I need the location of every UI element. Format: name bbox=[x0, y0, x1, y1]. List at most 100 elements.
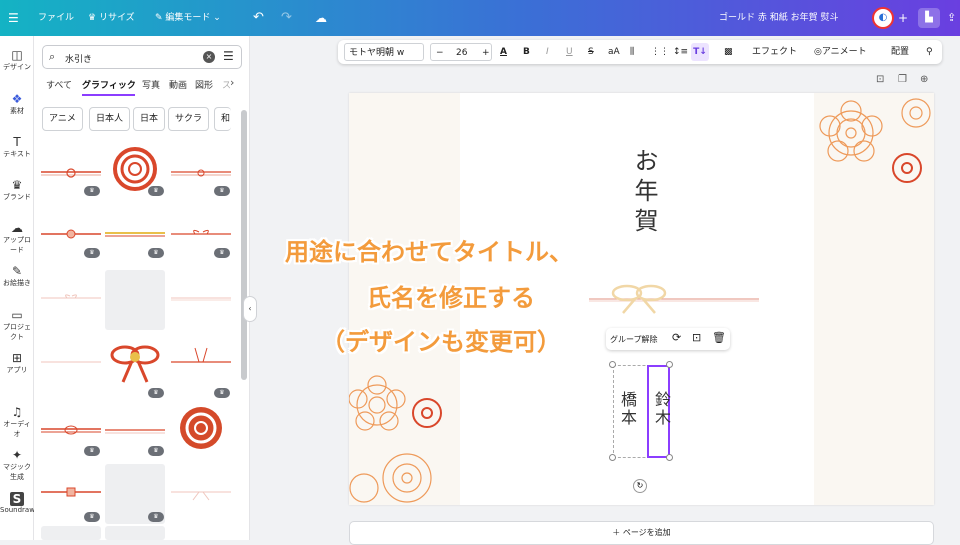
premium-crown-icon: ♛ bbox=[84, 512, 100, 522]
collapse-panel-handle[interactable]: ‹ bbox=[243, 296, 257, 322]
add-page-button[interactable]: ＋ ページを追加 bbox=[349, 521, 934, 545]
name-left[interactable]: 橋本 bbox=[615, 391, 639, 427]
name-right[interactable]: 鈴木 bbox=[649, 391, 673, 427]
loading-thumb[interactable] bbox=[105, 526, 165, 540]
rail-label: お絵描き bbox=[3, 279, 31, 287]
rail-item-brand[interactable]: ♛ ブランド bbox=[0, 178, 34, 202]
align-icon[interactable]: ⫼ bbox=[630, 40, 634, 64]
rotate-icon[interactable]: ⟳ bbox=[672, 331, 681, 344]
font-family-select[interactable]: モトヤ明朝 w bbox=[344, 43, 424, 61]
premium-crown-icon: ♛ bbox=[148, 446, 164, 456]
clear-icon[interactable]: × bbox=[203, 51, 215, 63]
lock-icon[interactable]: ⊡ bbox=[692, 331, 701, 344]
rail-item-projects[interactable]: ▭ プロジェクト bbox=[0, 308, 34, 342]
chip-wa[interactable]: 和 bbox=[214, 107, 231, 131]
mizuhiki-knot-thumb[interactable] bbox=[171, 398, 231, 458]
tab-shapes[interactable]: 図形 bbox=[195, 78, 213, 91]
tab-all[interactable]: すべて bbox=[46, 78, 72, 91]
resize-handle[interactable] bbox=[609, 454, 616, 461]
add-collaborator-icon[interactable]: + bbox=[898, 0, 908, 36]
loading-thumb[interactable] bbox=[41, 526, 101, 540]
tab-graphics[interactable]: グラフィック bbox=[82, 78, 136, 91]
chip-sakura[interactable]: サクラ bbox=[168, 107, 210, 131]
loading-thumb[interactable] bbox=[105, 270, 165, 330]
tab-videos[interactable]: 動画 bbox=[169, 78, 187, 91]
font-size-value[interactable]: 26 bbox=[456, 44, 467, 62]
lock-icon[interactable]: ⊡ bbox=[876, 74, 884, 85]
layout-icon: ◫ bbox=[11, 48, 23, 62]
panel-scrollbar[interactable] bbox=[241, 110, 247, 380]
resize-handle[interactable] bbox=[666, 454, 673, 461]
paint-format-icon[interactable]: ⚲ bbox=[926, 40, 933, 64]
cloud-save-icon[interactable]: ☁ bbox=[315, 0, 327, 36]
vertical-text-icon[interactable]: T↓ bbox=[691, 43, 709, 61]
animate-button[interactable]: ◎アニメート bbox=[814, 40, 867, 64]
premium-crown-icon: ♛ bbox=[148, 512, 164, 522]
rail-item-audio[interactable]: ♫ オーディオ bbox=[0, 405, 34, 439]
undo-icon[interactable]: ↶ bbox=[253, 0, 264, 36]
greeting-title[interactable]: お年賀 bbox=[627, 148, 662, 238]
mizuhiki-faint-line-thumb[interactable] bbox=[171, 462, 231, 522]
animate-label: アニメート bbox=[821, 47, 867, 57]
rail-item-design[interactable]: ◫ デザイン bbox=[0, 48, 34, 72]
add-page-icon[interactable]: ⊕ bbox=[920, 74, 928, 85]
rail-item-draw[interactable]: ✎ お絵描き bbox=[0, 264, 34, 288]
animate-icon: ◎ bbox=[814, 47, 822, 57]
spacing-icon[interactable]: ↕≡ bbox=[673, 40, 688, 64]
chevron-right-icon[interactable]: › bbox=[230, 76, 234, 89]
search-box[interactable]: ⌕ 水引き × ☰ bbox=[42, 45, 242, 69]
effects-button[interactable]: エフェクト bbox=[752, 40, 797, 64]
transparency-icon[interactable]: ▩ bbox=[724, 40, 733, 64]
tab-photos[interactable]: 写真 bbox=[142, 78, 160, 91]
analytics-icon[interactable]: ▙ bbox=[918, 8, 940, 28]
trash-icon[interactable]: 🗑 bbox=[712, 331, 726, 344]
font-size-stepper[interactable]: − 26 + bbox=[430, 43, 492, 61]
mizuhiki-faint-line-thumb[interactable] bbox=[41, 332, 101, 392]
strikethrough-icon[interactable]: S bbox=[588, 40, 594, 64]
ungroup-button[interactable]: グループ解除 bbox=[610, 334, 658, 345]
increase-size-icon[interactable]: + bbox=[482, 44, 490, 62]
rail-item-elements[interactable]: ❖ 素材 bbox=[0, 92, 34, 116]
annotation-line-1: 用途に合わせてタイトル、 bbox=[285, 238, 573, 266]
rail-item-apps[interactable]: ⊞ アプリ bbox=[0, 351, 34, 375]
avatar[interactable]: ◐ bbox=[872, 7, 894, 29]
mizuhiki-bow-ornament bbox=[589, 284, 759, 314]
active-tab-underline bbox=[82, 94, 135, 96]
redo-icon[interactable]: ↷ bbox=[281, 0, 292, 36]
document-title[interactable]: ゴールド 赤 和紙 お年賀 熨斗 bbox=[719, 0, 838, 36]
rotate-handle-icon[interactable]: ↻ bbox=[633, 479, 647, 493]
bold-icon[interactable]: B bbox=[523, 40, 530, 64]
rail-label: ブランド bbox=[3, 193, 31, 201]
text-color-icon[interactable]: A bbox=[500, 40, 507, 64]
resize-handle[interactable] bbox=[666, 361, 673, 368]
menu-icon[interactable]: ☰ bbox=[8, 0, 19, 36]
mizuhiki-faint-line-thumb[interactable] bbox=[41, 268, 101, 328]
rail-item-text[interactable]: T テキスト bbox=[0, 135, 34, 159]
resize-button[interactable]: ♛ リサイズ bbox=[88, 0, 135, 36]
rail-label: 素材 bbox=[10, 107, 24, 115]
underline-icon[interactable]: U bbox=[566, 40, 573, 64]
decrease-size-icon[interactable]: − bbox=[436, 44, 444, 62]
list-icon[interactable]: ⋮⋮ bbox=[651, 40, 669, 64]
chip-japan[interactable]: 日本 bbox=[133, 107, 166, 131]
rail-item-upload[interactable]: ☁ アップロード bbox=[0, 221, 34, 255]
chip-anime[interactable]: アニメ bbox=[42, 107, 83, 131]
search-input[interactable]: 水引き bbox=[65, 52, 92, 65]
position-button[interactable]: 配置 bbox=[891, 40, 909, 64]
filter-icon[interactable]: ☰ bbox=[223, 49, 234, 63]
share-icon[interactable]: ⇪ bbox=[947, 0, 956, 36]
mizuhiki-bow-thumb[interactable] bbox=[105, 330, 165, 390]
duplicate-page-icon[interactable]: ❐ bbox=[898, 74, 907, 85]
rail-item-soundraw[interactable]: S Soundraw bbox=[0, 492, 35, 514]
resize-handle[interactable] bbox=[609, 361, 616, 368]
chip-japanese-people[interactable]: 日本人 bbox=[89, 107, 131, 131]
rail-label: アップロード bbox=[3, 236, 31, 254]
letter-case-icon[interactable]: aA bbox=[608, 40, 620, 64]
rail-item-magic-media[interactable]: ✦ マジック生成 bbox=[0, 448, 34, 482]
mizuhiki-faint-line-thumb[interactable] bbox=[171, 268, 231, 328]
mizuhiki-line-thumb[interactable] bbox=[171, 332, 231, 392]
file-menu[interactable]: ファイル bbox=[38, 0, 74, 36]
plum-flowers-bottom-left bbox=[349, 375, 442, 503]
edit-mode-dropdown[interactable]: ✎ 編集モード ⌄ bbox=[155, 0, 221, 36]
italic-icon[interactable]: I bbox=[546, 40, 549, 64]
